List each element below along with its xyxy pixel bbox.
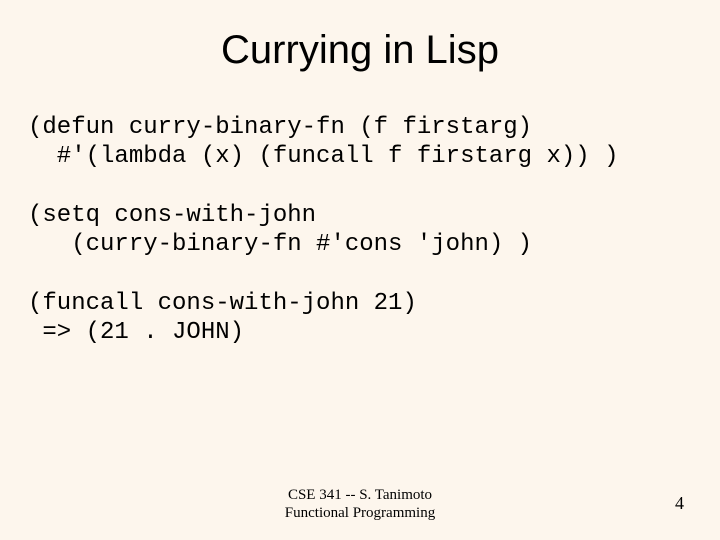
slide-title: Currying in Lisp bbox=[28, 28, 692, 73]
footer-line-1: CSE 341 -- S. Tanimoto bbox=[285, 486, 435, 504]
footer-text: CSE 341 -- S. Tanimoto Functional Progra… bbox=[285, 486, 435, 522]
footer: CSE 341 -- S. Tanimoto Functional Progra… bbox=[0, 486, 720, 522]
page-number: 4 bbox=[675, 493, 684, 514]
code-block: (defun curry-binary-fn (f firstarg) #'(l… bbox=[28, 113, 692, 347]
slide: Currying in Lisp (defun curry-binary-fn … bbox=[0, 0, 720, 540]
footer-line-2: Functional Programming bbox=[285, 504, 435, 522]
